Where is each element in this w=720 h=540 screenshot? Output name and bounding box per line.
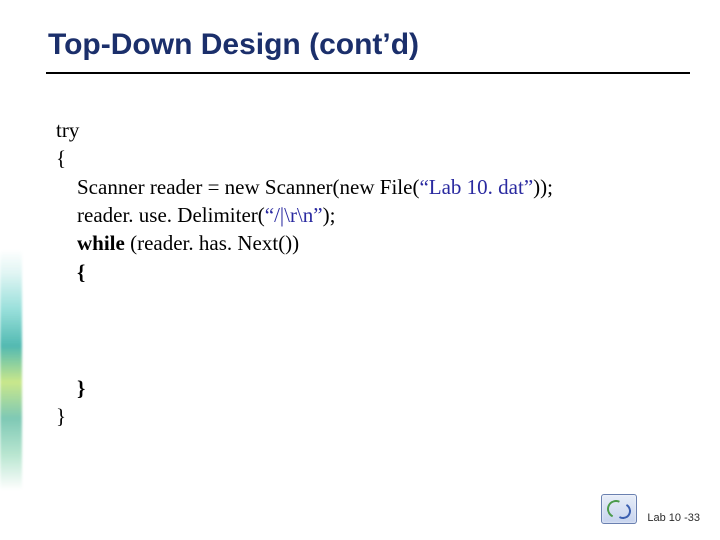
code-text: }: [56, 376, 85, 400]
string-literal: “/|\r\n”: [265, 203, 323, 227]
code-text: {: [56, 260, 85, 284]
code-text: (reader. has. Next()): [125, 231, 299, 255]
page-number: Lab 10 -33: [647, 512, 700, 524]
logo-icon: [601, 494, 637, 524]
keyword-while: while: [56, 231, 125, 255]
code-line-close-brace: }: [56, 402, 680, 430]
code-line-while: while (reader. has. Next()): [56, 229, 680, 257]
code-line-open-brace: {: [56, 144, 680, 172]
code-text: {: [56, 146, 66, 170]
code-line-delimiter: reader. use. Delimiter(“/|\r\n”);: [56, 201, 680, 229]
code-text: }: [56, 404, 66, 428]
code-line-inner-close: }: [56, 374, 680, 402]
code-text: reader. use. Delimiter(: [56, 203, 265, 227]
slide-title: Top-Down Design (cont’d): [48, 28, 680, 62]
code-line-scanner: Scanner reader = new Scanner(new File(“L…: [56, 173, 680, 201]
code-text: ));: [533, 175, 553, 199]
code-text: Scanner reader = new Scanner(new File(: [56, 175, 419, 199]
decorative-sidebar: [0, 250, 22, 490]
string-literal: “Lab 10. dat”: [419, 175, 533, 199]
code-line-try: try: [56, 116, 680, 144]
code-line-inner-open: {: [56, 258, 680, 286]
footer: Lab 10 -33: [601, 494, 700, 524]
code-blank-space: [56, 286, 680, 374]
code-block: try { Scanner reader = new Scanner(new F…: [56, 116, 680, 431]
title-underline: [46, 72, 690, 74]
slide: Top-Down Design (cont’d) try { Scanner r…: [0, 0, 720, 540]
code-text: );: [323, 203, 336, 227]
code-text: try: [56, 118, 79, 142]
